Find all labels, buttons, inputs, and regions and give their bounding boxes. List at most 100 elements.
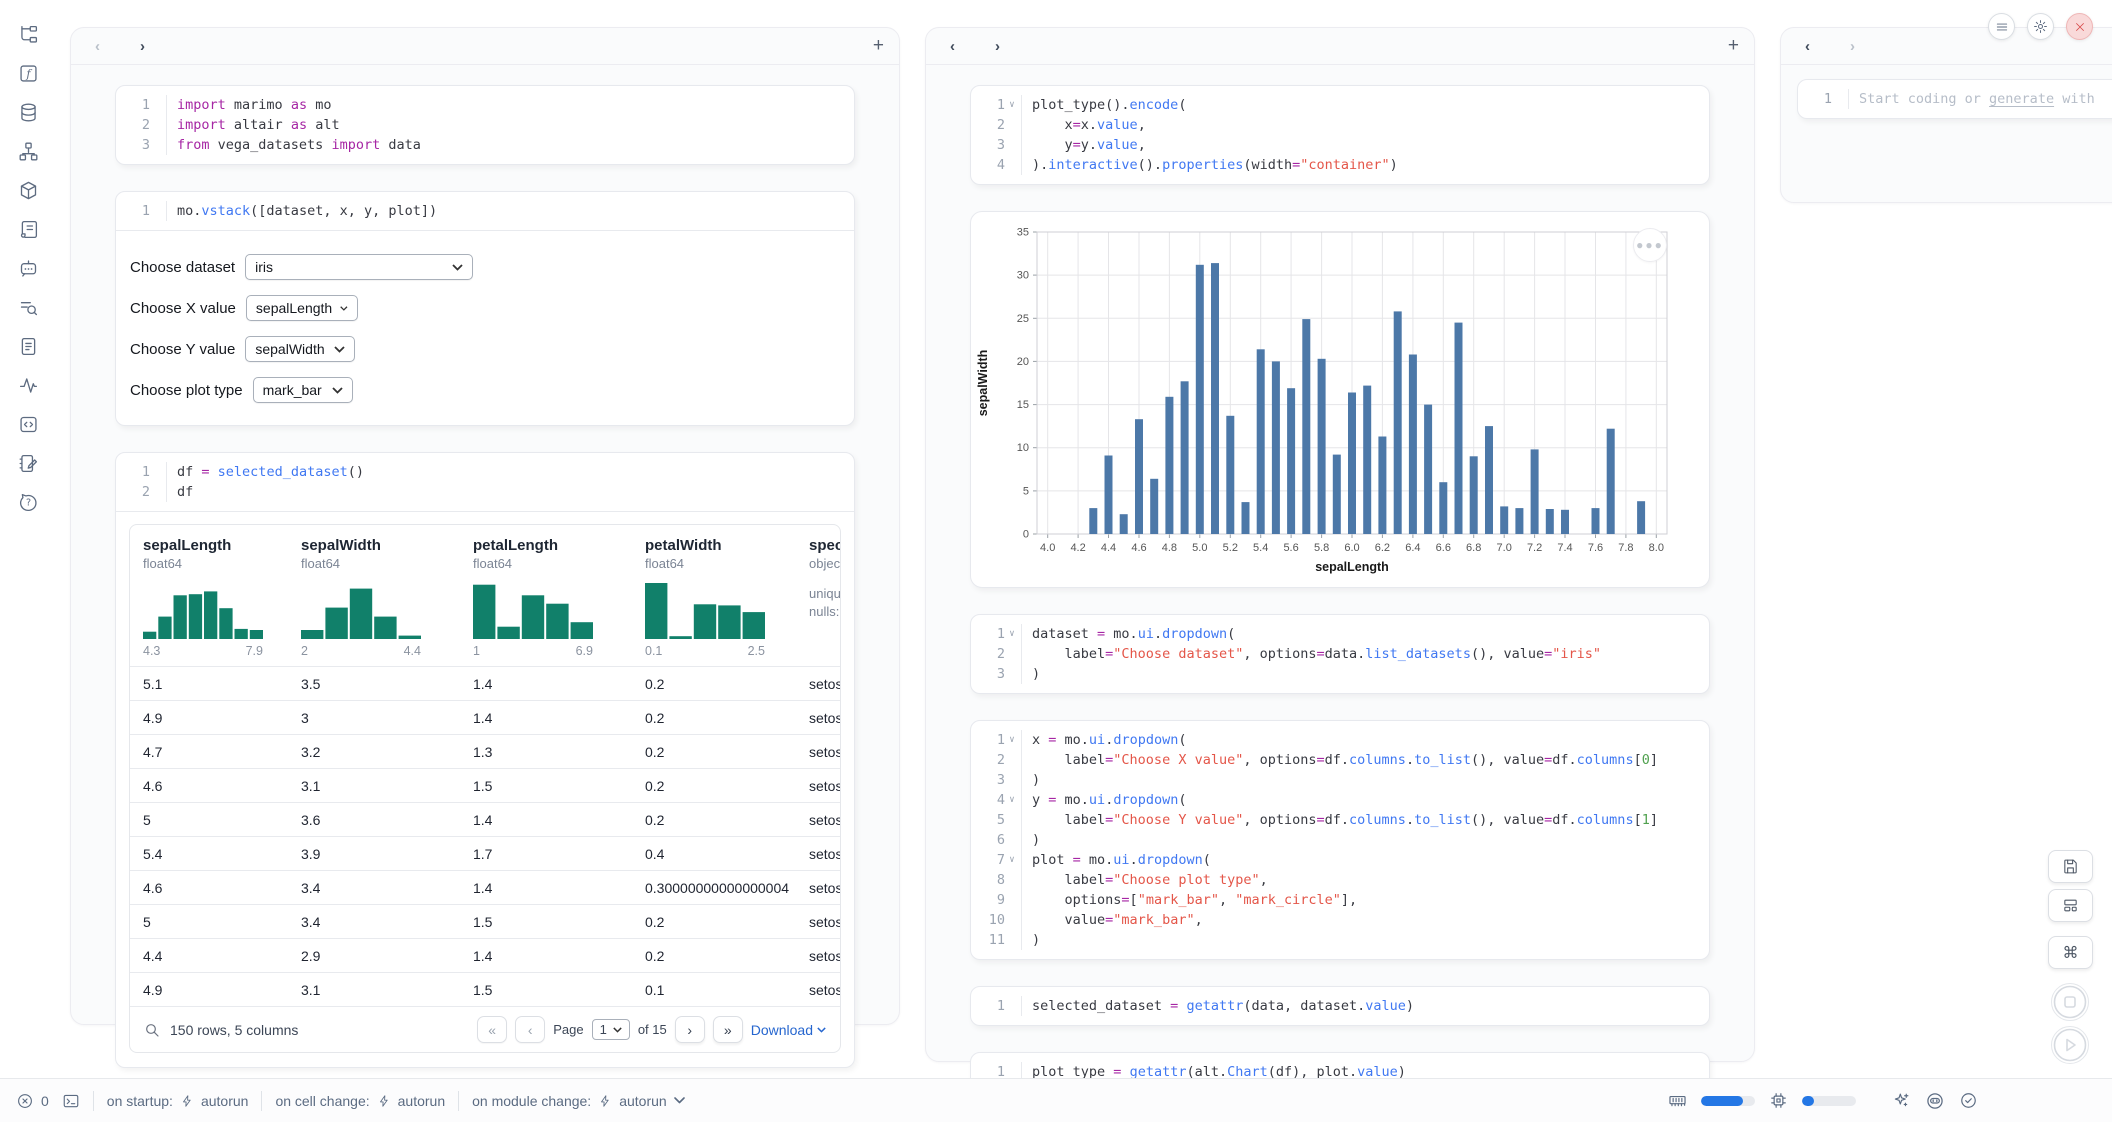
add-column-button[interactable]: +	[1728, 35, 1739, 57]
column-forward-icon[interactable]: ›	[995, 38, 1000, 55]
on-module-change-toggle[interactable]: on module change: autorun	[472, 1093, 685, 1109]
cell-selected-dataset[interactable]: 1selected_dataset = getattr(data, datase…	[970, 986, 1710, 1026]
empty-cell-placeholder[interactable]: Start coding or generate with	[1848, 89, 2112, 109]
first-page-button[interactable]: «	[477, 1016, 507, 1043]
code-line[interactable]: 1mo.vstack([dataset, x, y, plot])	[124, 201, 844, 221]
fold-icon[interactable]: ∨	[1005, 624, 1019, 644]
on-startup-toggle[interactable]: on startup: autorun	[107, 1093, 249, 1109]
cell-xy-plot-dropdowns[interactable]: 1∨x = mo.ui.dropdown(2 label="Choose X v…	[970, 720, 1710, 960]
search-panel-icon[interactable]	[16, 295, 40, 319]
cell-new-empty[interactable]: 1 Start coding or generate with	[1797, 79, 2112, 119]
code-line[interactable]: 4∨y = mo.ui.dropdown(	[979, 790, 1699, 810]
more-options-button[interactable]: ●●●	[1633, 228, 1667, 262]
code-line[interactable]: 3)	[979, 664, 1699, 684]
cell-plot-expression[interactable]: 1∨plot_type().encode(2 x=x.value,3 y=y.v…	[970, 85, 1710, 185]
documentation-icon[interactable]	[16, 334, 40, 358]
dependency-graph-icon[interactable]	[16, 139, 40, 163]
y-value-select[interactable]: sepalWidth	[245, 336, 355, 362]
snippets-icon[interactable]	[16, 412, 40, 436]
menu-button[interactable]	[1988, 13, 2015, 40]
page-select[interactable]: 1	[592, 1019, 630, 1040]
stop-button[interactable]	[2051, 983, 2089, 1021]
code-line[interactable]: 5 label="Choose Y value", options=df.col…	[979, 810, 1699, 830]
tracing-icon[interactable]	[16, 373, 40, 397]
cell-imports[interactable]: 1import marimo as mo2import altair as al…	[115, 85, 855, 165]
code-editor[interactable]: 1∨plot_type().encode(2 x=x.value,3 y=y.v…	[971, 86, 1709, 184]
code-line[interactable]: 3 y=y.value,	[979, 135, 1699, 155]
fold-icon[interactable]: ∨	[1005, 790, 1019, 810]
code-line[interactable]: 1∨x = mo.ui.dropdown(	[979, 730, 1699, 750]
code-editor[interactable]: 1selected_dataset = getattr(data, datase…	[971, 987, 1709, 1025]
column-header[interactable]: species	[809, 537, 841, 554]
scratchpad-icon[interactable]	[16, 451, 40, 475]
code-line[interactable]: 4).interactive().properties(width="conta…	[979, 155, 1699, 175]
code-line[interactable]: 2df	[124, 482, 844, 502]
layout-toggle-button[interactable]	[2048, 889, 2093, 922]
code-line[interactable]: 2import altair as alt	[124, 115, 844, 135]
code-line[interactable]: 1selected_dataset = getattr(data, datase…	[979, 996, 1699, 1016]
dataset-select[interactable]: iris	[245, 254, 473, 280]
last-page-button[interactable]: »	[713, 1016, 743, 1043]
code-line[interactable]: 7∨plot = mo.ui.dropdown(	[979, 850, 1699, 870]
code-line[interactable]: 11)	[979, 930, 1699, 950]
add-column-button[interactable]: +	[873, 35, 884, 57]
code-editor[interactable]: 1∨dataset = mo.ui.dropdown(2 label="Choo…	[971, 615, 1709, 693]
column-header[interactable]: sepalWidth	[301, 537, 473, 554]
column-histogram[interactable]	[645, 583, 765, 639]
fold-icon[interactable]: ∨	[1005, 850, 1019, 870]
connection-check-icon[interactable]	[1959, 1091, 1978, 1110]
code-line[interactable]: 6)	[979, 830, 1699, 850]
column-forward-icon[interactable]: ›	[1850, 38, 1855, 55]
code-line[interactable]: 9 options=["mark_bar", "mark_circle"],	[979, 890, 1699, 910]
column-back-icon[interactable]: ‹	[1805, 38, 1810, 55]
code-line[interactable]: 1∨dataset = mo.ui.dropdown(	[979, 624, 1699, 644]
copilot-icon[interactable]	[1925, 1091, 1945, 1111]
code-line[interactable]: 1import marimo as mo	[124, 95, 844, 115]
file-tree-icon[interactable]	[16, 22, 40, 46]
code-line[interactable]: 2 x=x.value,	[979, 115, 1699, 135]
column-back-icon[interactable]: ‹	[95, 38, 100, 55]
column-back-icon[interactable]: ‹	[950, 38, 955, 55]
code-editor[interactable]: 1mo.vstack([dataset, x, y, plot])	[116, 192, 854, 230]
terminal-button[interactable]	[62, 1092, 80, 1110]
generate-with-ai-link[interactable]: generate	[1989, 91, 2054, 107]
ai-sparkles-icon[interactable]	[1892, 1091, 1911, 1110]
code-line[interactable]: 3)	[979, 770, 1699, 790]
bar-chart-svg[interactable]: 4.04.24.44.64.85.05.25.45.65.86.06.26.46…	[973, 220, 1743, 578]
column-histogram[interactable]	[143, 583, 263, 639]
on-cell-change-toggle[interactable]: on cell change: autorun	[275, 1093, 445, 1109]
code-line[interactable]: 2 label="Choose X value", options=df.col…	[979, 750, 1699, 770]
code-line[interactable]: 1df = selected_dataset()	[124, 462, 844, 482]
prev-page-button[interactable]: ‹	[515, 1016, 545, 1043]
fold-icon[interactable]: ∨	[1005, 95, 1019, 115]
altair-chart[interactable]: 4.04.24.44.64.85.05.25.45.65.86.06.26.46…	[973, 220, 1707, 583]
code-editor[interactable]: 1∨x = mo.ui.dropdown(2 label="Choose X v…	[971, 721, 1709, 959]
run-button[interactable]	[2051, 1026, 2089, 1064]
code-line[interactable]: 3from vega_datasets import data	[124, 135, 844, 155]
cell-dataset-dropdown[interactable]: 1∨dataset = mo.ui.dropdown(2 label="Choo…	[970, 614, 1710, 694]
column-histogram[interactable]	[473, 583, 593, 639]
fold-icon[interactable]: ∨	[1005, 730, 1019, 750]
cell-dataframe[interactable]: 1df = selected_dataset()2df sepalLengthf…	[115, 452, 855, 1068]
column-header[interactable]: sepalLength	[143, 537, 301, 554]
x-value-select[interactable]: sepalLength	[246, 295, 358, 321]
shutdown-button[interactable]	[2066, 13, 2093, 40]
help-icon[interactable]: ?	[16, 490, 40, 514]
download-button[interactable]: Download	[751, 1022, 826, 1038]
search-icon[interactable]	[144, 1022, 160, 1038]
code-editor[interactable]: 1import marimo as mo2import altair as al…	[116, 86, 854, 164]
packages-icon[interactable]	[16, 178, 40, 202]
code-line[interactable]: 2 label="Choose dataset", options=data.l…	[979, 644, 1699, 664]
next-page-button[interactable]: ›	[675, 1016, 705, 1043]
column-header[interactable]: petalLength	[473, 537, 645, 554]
save-button[interactable]	[2048, 850, 2093, 883]
logs-icon[interactable]	[16, 217, 40, 241]
plot-type-select[interactable]: mark_bar	[253, 377, 353, 403]
datasources-icon[interactable]	[16, 100, 40, 124]
ai-chat-icon[interactable]	[16, 256, 40, 280]
code-line[interactable]: 8 label="Choose plot type",	[979, 870, 1699, 890]
cell-vstack[interactable]: 1mo.vstack([dataset, x, y, plot]) Choose…	[115, 191, 855, 426]
column-header[interactable]: petalWidth	[645, 537, 809, 554]
column-forward-icon[interactable]: ›	[140, 38, 145, 55]
command-palette-button[interactable]: ⌘	[2048, 936, 2093, 969]
